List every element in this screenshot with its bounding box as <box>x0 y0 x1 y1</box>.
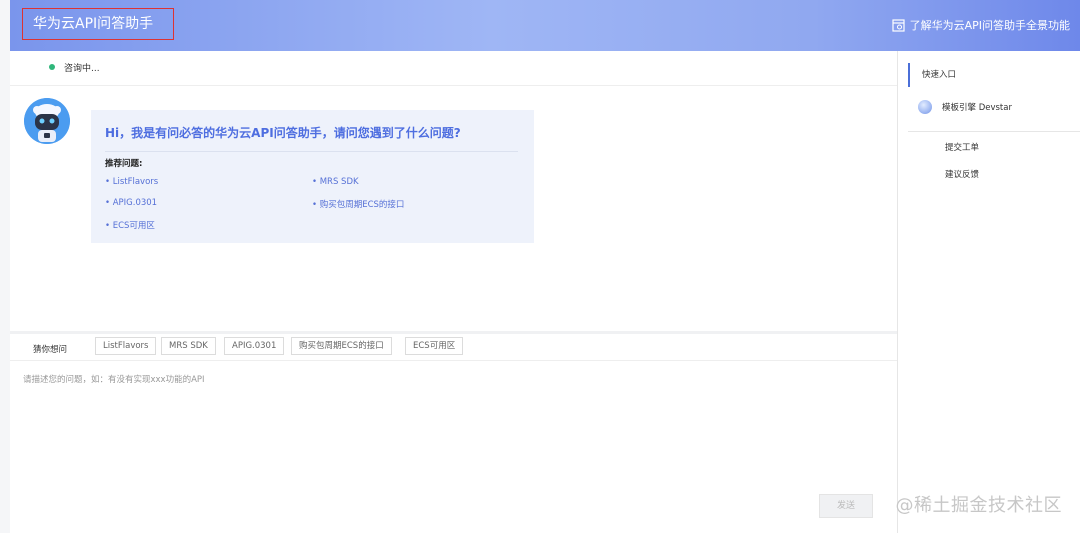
status-text: 咨询中... <box>64 64 100 74</box>
suggestion-chip[interactable]: MRS SDK <box>161 337 216 355</box>
greeting-text: Hi，我是有问必答的华为云API问答助手，请问您遇到了什么问题? <box>105 126 461 140</box>
recommend-item[interactable]: APIG.0301 <box>105 198 157 208</box>
quick-entry-heading: 快速入口 <box>908 63 1080 87</box>
robot-avatar-icon <box>24 98 70 144</box>
recommend-item[interactable]: MRS SDK <box>312 177 359 187</box>
suggestion-chip[interactable]: ListFlavors <box>95 337 157 355</box>
header-bar: 华为云API问答助手 了解华为云API问答助手全景功能 <box>10 0 1080 51</box>
devstar-orb-icon <box>918 100 932 114</box>
welcome-message: Hi，我是有问必答的华为云API问答助手，请问您遇到了什么问题? 推荐问题: L… <box>91 110 534 243</box>
divider <box>105 151 518 152</box>
sidebar-divider <box>908 131 1080 132</box>
recommend-label: 推荐问题: <box>105 159 143 169</box>
recommend-item[interactable]: 购买包周期ECS的接口 <box>312 198 405 210</box>
suggestion-chip[interactable]: 购买包周期ECS的接口 <box>291 337 392 355</box>
right-sidebar: 快速入口 模板引擎 Devstar 提交工单 建议反馈 <box>898 51 1080 533</box>
external-panel-icon <box>891 18 905 32</box>
suggestion-chip[interactable]: ECS可用区 <box>405 337 464 355</box>
devstar-label: 模板引擎 Devstar <box>942 103 1012 113</box>
chat-panel: 咨询中... Hi，我是有问必答的华为云API问答助手，请问您遇到了什么问题? … <box>10 51 898 533</box>
feedback-link[interactable]: 建议反馈 <box>945 168 979 180</box>
watermark: @稀土掘金技术社区 <box>895 495 1062 516</box>
suggestion-bar: 猜你想问 ListFlavors MRS SDK APIG.0301 购买包周期… <box>10 334 897 361</box>
devstar-link[interactable]: 模板引擎 Devstar <box>918 100 1012 114</box>
online-dot-icon <box>49 64 55 70</box>
suggestion-chip[interactable]: APIG.0301 <box>224 337 285 355</box>
recommend-item[interactable]: ECS可用区 <box>105 219 155 231</box>
input-placeholder: 请描述您的问题，如：有没有实现xxx功能的API <box>23 375 205 385</box>
question-input[interactable]: 请描述您的问题，如：有没有实现xxx功能的API 发送 <box>10 361 897 533</box>
submit-ticket-link[interactable]: 提交工单 <box>945 141 979 153</box>
overview-link-label: 了解华为云API问答助手全景功能 <box>909 19 1070 32</box>
recommend-item[interactable]: ListFlavors <box>105 177 158 187</box>
suggestion-label: 猜你想问 <box>33 345 68 355</box>
send-button[interactable]: 发送 <box>819 494 873 518</box>
status-bar: 咨询中... <box>10 51 897 86</box>
app-title: 华为云API问答助手 <box>22 8 174 40</box>
overview-link[interactable]: 了解华为云API问答助手全景功能 <box>891 17 1070 33</box>
